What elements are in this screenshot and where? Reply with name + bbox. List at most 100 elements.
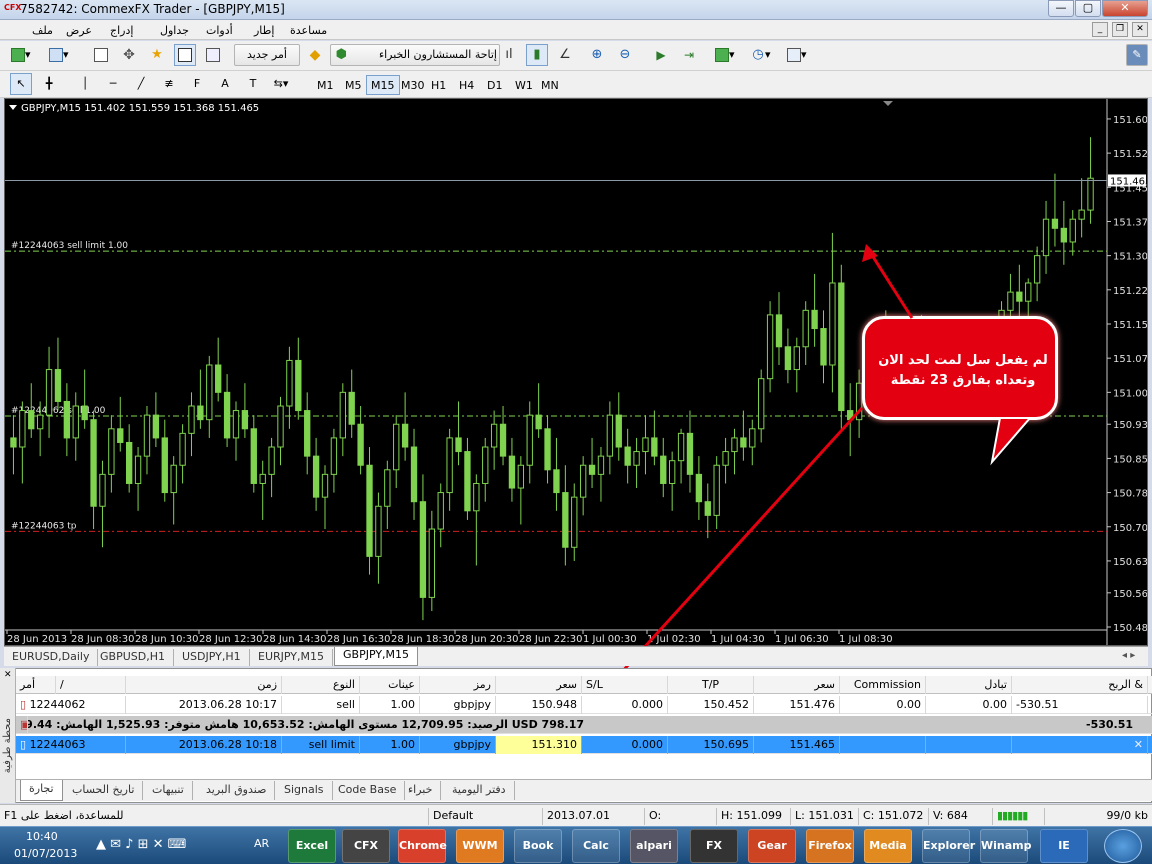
timeframe-m1[interactable]: M1 bbox=[312, 75, 339, 95]
menu-view[interactable]: عرض bbox=[66, 24, 92, 37]
fibonacci-button[interactable]: F bbox=[186, 73, 208, 95]
mdi-restore-button[interactable]: ❐ bbox=[1112, 22, 1128, 37]
taskbar-calc[interactable]: Calc bbox=[572, 829, 620, 863]
tab-gbpjpy-m15[interactable]: GBPJPY,M15 bbox=[334, 647, 419, 666]
menu-help[interactable]: مساعدة bbox=[290, 24, 327, 37]
auto-scroll-button[interactable]: ▶ bbox=[650, 44, 672, 66]
zoom-out-button[interactable]: ⊖ bbox=[614, 44, 636, 66]
arrows-button[interactable]: ⇆▾ bbox=[270, 73, 292, 95]
delete-order-icon[interactable]: ✕ bbox=[1012, 736, 1148, 754]
table-row-selected[interactable]: ▯ 12244063 2013.06.28 10:18 sell limit 1… bbox=[16, 736, 1152, 754]
close-icon[interactable]: ✕ bbox=[4, 670, 12, 680]
timeframe-mn[interactable]: MN bbox=[536, 75, 564, 95]
cursor-button[interactable]: ↖ bbox=[10, 73, 32, 95]
chat-button[interactable]: ✎ bbox=[1126, 44, 1148, 66]
profiles-button[interactable]: ▾ bbox=[46, 44, 72, 66]
autotrading-button[interactable]: ⬢ إتاحة المستشارون الخبراء bbox=[330, 44, 500, 66]
taskbar-excel[interactable]: Excel bbox=[288, 829, 336, 863]
new-order-button[interactable]: أمر جديد bbox=[234, 44, 300, 66]
taskbar-ie[interactable]: IE bbox=[1040, 829, 1088, 863]
tab-journal[interactable]: دفتر اليومية bbox=[444, 781, 515, 800]
tab-gbpusd-h1[interactable]: GBPUSD,H1 bbox=[92, 649, 174, 666]
strategy-tester-button[interactable] bbox=[202, 44, 224, 66]
col-tp[interactable]: T/P bbox=[668, 676, 754, 694]
menu-window[interactable]: إطار bbox=[254, 24, 274, 37]
tab-code-base[interactable]: Code Base bbox=[330, 781, 406, 800]
col-symbol[interactable]: رمز bbox=[420, 676, 496, 694]
tab-scroll-arrows[interactable]: ◂ ▸ bbox=[1122, 650, 1135, 661]
taskbar-cfx[interactable]: CFX bbox=[342, 829, 390, 863]
menu-charts[interactable]: جداول bbox=[160, 24, 189, 37]
col-order[interactable]: أمر bbox=[16, 676, 56, 694]
new-chart-button[interactable]: ▾ bbox=[8, 44, 34, 66]
chart-shift-button[interactable]: ⇥ bbox=[678, 44, 700, 66]
taskbar-firefox[interactable]: Firefox bbox=[806, 829, 854, 863]
col-current-price[interactable]: سعر bbox=[754, 676, 840, 694]
minimize-button[interactable]: — bbox=[1048, 0, 1074, 17]
tab-account-history[interactable]: تاريخ الحساب bbox=[64, 781, 144, 800]
col-price[interactable]: سعر bbox=[496, 676, 582, 694]
market-watch-button[interactable] bbox=[90, 44, 112, 66]
taskbar-alpari[interactable]: alpari bbox=[630, 829, 678, 863]
trendline-button[interactable]: ╱ bbox=[130, 73, 152, 95]
metaeditor-button[interactable]: ◆ bbox=[304, 44, 326, 66]
crosshair-button[interactable]: ╋ bbox=[38, 73, 60, 95]
timeframe-m30[interactable]: M30 bbox=[396, 75, 430, 95]
tab-usdjpy-h1[interactable]: USDJPY,H1 bbox=[174, 649, 250, 666]
tab-experts[interactable]: خبراء bbox=[400, 781, 442, 800]
text-button[interactable]: A bbox=[214, 73, 236, 95]
maximize-button[interactable]: ▢ bbox=[1075, 0, 1101, 17]
channel-button[interactable]: ≢ bbox=[158, 73, 180, 95]
tab-alerts[interactable]: تنبيهات bbox=[144, 781, 193, 800]
candlestick-button[interactable]: ▮ bbox=[526, 44, 548, 66]
zoom-in-button[interactable]: ⊕ bbox=[586, 44, 608, 66]
timeframe-h4[interactable]: H4 bbox=[454, 75, 479, 95]
col-type[interactable]: النوع bbox=[282, 676, 360, 694]
close-button[interactable]: ✕ bbox=[1102, 0, 1148, 17]
horizontal-line-button[interactable]: ─ bbox=[102, 73, 124, 95]
table-row[interactable]: ▯ 12244062 2013.06.28 10:17 sell 1.00 gb… bbox=[16, 696, 1152, 714]
taskbar-explorer[interactable]: Explorer bbox=[922, 829, 975, 863]
timeframe-w1[interactable]: W1 bbox=[510, 75, 538, 95]
menu-file[interactable]: ملف bbox=[32, 24, 53, 37]
tab-trade[interactable]: تجارة bbox=[20, 780, 63, 801]
indicators-button[interactable]: ▾ bbox=[712, 44, 738, 66]
col-time[interactable]: زمن bbox=[126, 676, 282, 694]
col-lots[interactable]: عينات bbox=[360, 676, 420, 694]
tab-signals[interactable]: Signals bbox=[276, 781, 333, 800]
language-indicator[interactable]: AR bbox=[254, 837, 269, 850]
tray-icons[interactable]: ▲ ✉ ♪ ⊞ ✕ ⌨ bbox=[96, 837, 186, 852]
timeframe-d1[interactable]: D1 bbox=[482, 75, 507, 95]
mdi-minimize-button[interactable]: _ bbox=[1092, 22, 1108, 37]
timeframe-m5[interactable]: M5 bbox=[340, 75, 367, 95]
col-commission[interactable]: Commission bbox=[840, 676, 926, 694]
taskbar-media[interactable]: Media bbox=[864, 829, 912, 863]
taskbar-chrome[interactable]: Chrome bbox=[398, 829, 447, 863]
pending-price[interactable]: 151.310 bbox=[496, 736, 582, 754]
start-button[interactable] bbox=[1104, 829, 1142, 863]
bar-chart-button[interactable]: ıl bbox=[498, 44, 520, 66]
tab-eurjpy-m15[interactable]: EURJPY,M15 bbox=[250, 649, 333, 666]
timeframe-m15[interactable]: M15 bbox=[366, 75, 400, 95]
menu-tools[interactable]: أدوات bbox=[206, 24, 233, 37]
col-swap[interactable]: تبادل bbox=[926, 676, 1012, 694]
col-profit[interactable]: الربح & bbox=[1012, 676, 1148, 694]
taskbar-fx[interactable]: FX bbox=[690, 829, 738, 863]
col-sort[interactable]: / bbox=[56, 676, 126, 694]
taskbar-gear[interactable]: Gear bbox=[748, 829, 796, 863]
mdi-close-button[interactable]: ✕ bbox=[1132, 22, 1148, 37]
tab-eurusd-daily[interactable]: EURUSD,Daily bbox=[4, 649, 99, 666]
vertical-line-button[interactable]: │ bbox=[74, 73, 96, 95]
line-chart-button[interactable]: ∠ bbox=[554, 44, 576, 66]
taskbar-wwm[interactable]: WWM bbox=[456, 829, 504, 863]
taskbar-winamp[interactable]: Winamp bbox=[980, 829, 1032, 863]
terminal-button[interactable] bbox=[174, 44, 196, 66]
menu-insert[interactable]: إدراج bbox=[110, 24, 133, 37]
connection-bars-icon[interactable]: ▮▮▮▮▮▮ bbox=[992, 808, 1044, 825]
text-label-button[interactable]: T bbox=[242, 73, 264, 95]
timeframe-h1[interactable]: H1 bbox=[426, 75, 451, 95]
col-sl[interactable]: S/L bbox=[582, 676, 668, 694]
data-window-button[interactable]: ✥ bbox=[118, 44, 140, 66]
tab-mailbox[interactable]: صندوق البريد bbox=[198, 781, 276, 800]
navigator-button[interactable]: ★ bbox=[146, 44, 168, 66]
